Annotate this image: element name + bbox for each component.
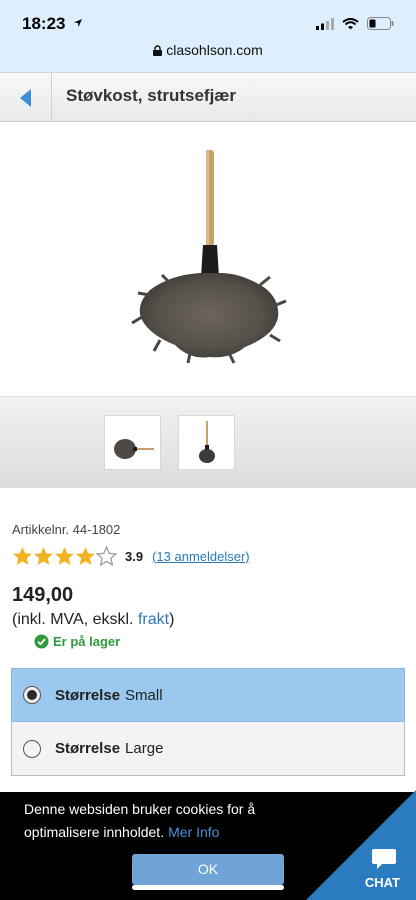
vat-prefix: (inkl. MVA, ekskl. — [12, 611, 134, 628]
thumbnail-image — [114, 439, 154, 459]
star-empty-icon — [96, 546, 117, 566]
feather-duster-image — [131, 150, 287, 364]
rating-value: 3.9 — [125, 548, 144, 564]
product-info: Artikkelnr. 44-1802 3.9 (13 anmeldelser)… — [12, 522, 404, 649]
back-button[interactable] — [0, 73, 52, 122]
shipping-link[interactable]: frakt — [138, 611, 169, 628]
cookie-ok-button[interactable]: OK — [132, 854, 284, 885]
star-filled-icon — [13, 547, 32, 565]
status-bar: 18:23 clasohlson.com — [0, 0, 416, 72]
status-time: 18:23 — [22, 14, 66, 33]
radio-selected[interactable] — [23, 686, 41, 704]
thumbnail-strip — [0, 396, 416, 488]
option-value: Small — [125, 686, 163, 704]
signal-icon — [316, 17, 334, 30]
stock-label: Er på lager — [53, 634, 121, 649]
option-label: Størrelse — [55, 686, 121, 704]
product-header: Støvkost, strutsefjær — [0, 72, 416, 122]
thumbnail-image — [199, 421, 215, 463]
rating-stars — [12, 546, 117, 566]
url-text: clasohlson.com — [166, 42, 263, 58]
option-label: Størrelse — [55, 740, 121, 757]
star-filled-icon — [55, 547, 74, 565]
star-filled-icon — [34, 547, 53, 565]
home-indicator — [132, 885, 284, 890]
vat-info: (inkl. MVA, ekskl. frakt) — [12, 611, 404, 629]
cookie-text: Denne websiden bruker cookies for å opti… — [24, 801, 256, 840]
back-arrow-icon — [19, 88, 31, 107]
option-value: Large — [125, 740, 164, 757]
status-indicators — [316, 17, 394, 30]
vat-suffix: ) — [169, 611, 175, 628]
size-option-large[interactable]: Størrelse Large — [11, 722, 405, 776]
more-info-link[interactable]: Mer Info — [168, 824, 219, 840]
radio-dot — [27, 690, 37, 700]
lock-icon — [153, 45, 163, 56]
stock-status: Er på lager — [34, 634, 404, 649]
battery-icon — [367, 17, 394, 30]
article-number: Artikkelnr. 44-1802 — [12, 522, 121, 537]
rating-row: 3.9 (13 anmeldelser) — [12, 545, 404, 567]
wifi-icon — [342, 17, 359, 29]
chat-button[interactable]: CHAT — [306, 790, 416, 900]
page-title: Støvkost, strutsefjær — [66, 86, 237, 105]
chat-bubble-icon — [372, 849, 396, 869]
thumbnail-side-view[interactable] — [104, 415, 161, 470]
star-filled-icon — [76, 547, 95, 565]
url-bar[interactable]: clasohlson.com — [0, 42, 416, 58]
price: 149,00 — [12, 584, 74, 606]
radio-unselected[interactable] — [23, 739, 41, 758]
thumbnail-front-view[interactable] — [178, 415, 235, 470]
product-image[interactable] — [0, 123, 416, 395]
cookie-message: Denne websiden bruker cookies for å opti… — [24, 798, 324, 844]
chat-label: CHAT — [364, 875, 400, 890]
size-option-small[interactable]: Størrelse Small — [11, 668, 405, 722]
reviews-link[interactable]: (13 anmeldelser) — [152, 549, 250, 564]
checkmark-circle-icon — [34, 634, 49, 649]
location-arrow-icon — [74, 19, 82, 27]
